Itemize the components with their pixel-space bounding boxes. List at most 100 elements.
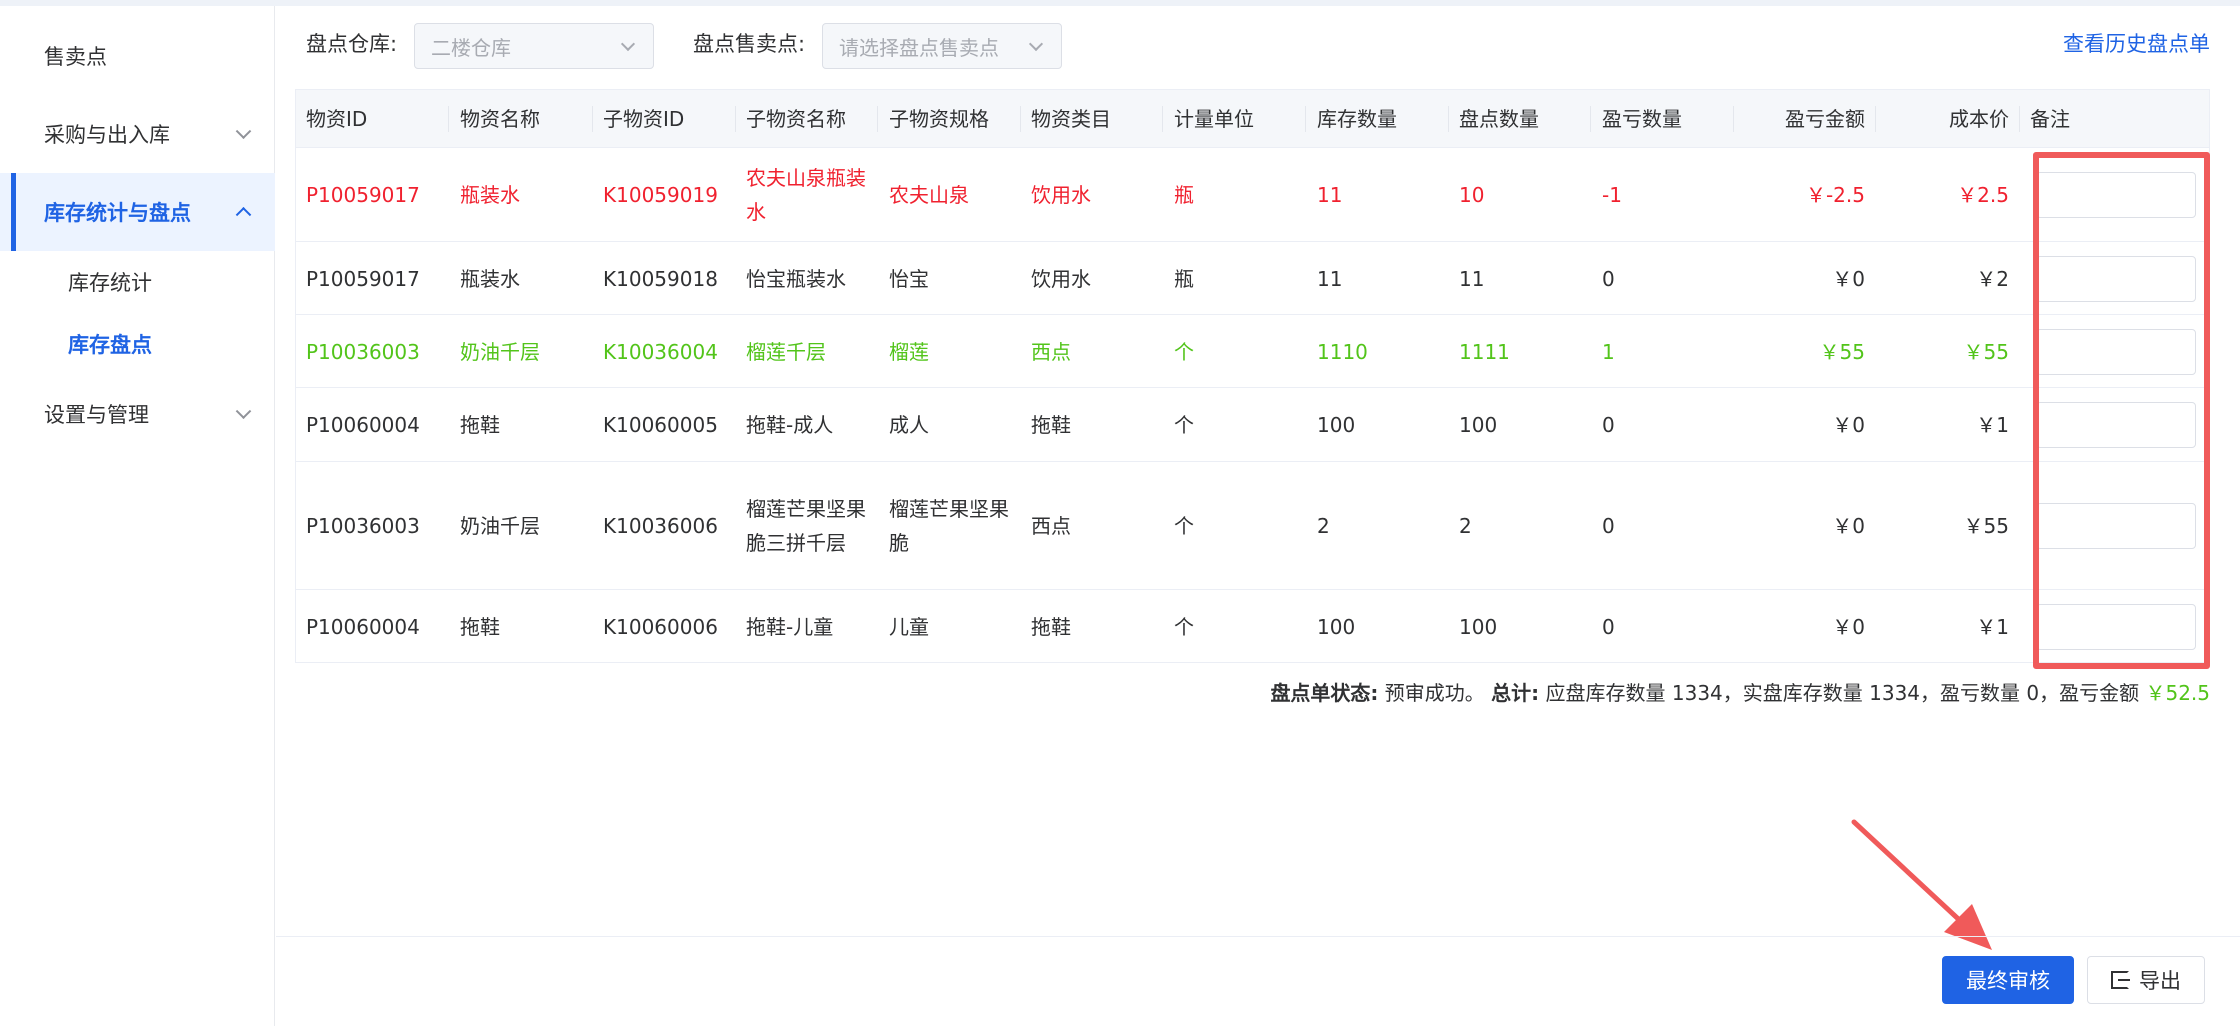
column-header: 盈亏数量 — [1602, 107, 1682, 131]
table-row: P10036003 奶油千层 K10036006 榴莲芒果坚果脆三拼千层 榴莲芒… — [296, 463, 2209, 590]
table-cell: 怡宝 — [889, 266, 929, 291]
table-cell: 奶油千层 — [460, 339, 540, 364]
table-cell: 个 — [1174, 514, 1194, 538]
sidebar-item-label: 采购与出入库 — [44, 123, 170, 147]
table-cell: ￥0 — [1832, 615, 1865, 639]
table-cell: -1 — [1602, 183, 1622, 207]
table-cell: P10036003 — [306, 514, 420, 538]
table-cell: 1111 — [1459, 339, 1510, 364]
column-divider — [448, 106, 449, 132]
summary-total-label: 总计: — [1491, 681, 1540, 705]
table-cell: K10060005 — [603, 413, 718, 437]
sidebar-item-purchase[interactable]: 采购与出入库 — [0, 95, 275, 173]
sidebar: 售卖点 采购与出入库 库存统计与盘点 库存统计 库存盘点 设置与管理 — [0, 6, 275, 1026]
table-cell: 个 — [1174, 413, 1194, 437]
final-review-label: 最终审核 — [1966, 969, 2050, 993]
table-cell: ￥1 — [1976, 615, 2009, 639]
table-cell: P10060004 — [306, 615, 420, 639]
export-label: 导出 — [2139, 969, 2181, 993]
export-icon — [2111, 971, 2130, 989]
sidebar-subitem-inventory-stats[interactable]: 库存统计 — [0, 251, 275, 313]
table-cell: 10 — [1459, 183, 1485, 207]
table-cell: 瓶装水 — [460, 266, 520, 291]
column-header: 盈亏金额 — [1785, 107, 1865, 131]
chevron-down-icon — [235, 403, 252, 420]
table-cell: ￥1 — [1976, 413, 2009, 437]
sidebar-item-sales-point[interactable]: 售卖点 — [0, 17, 275, 95]
table-cell: P10036003 — [306, 339, 420, 364]
history-stocktake-link[interactable]: 查看历史盘点单 — [2063, 30, 2210, 58]
table-cell: 2 — [1459, 514, 1472, 538]
table-cell: K10036006 — [603, 514, 718, 538]
table-row: P10059017 瓶装水 K10059018 怡宝瓶装水 怡宝 饮用水 瓶 1… — [296, 243, 2209, 315]
annotation-arrow-icon — [1851, 819, 1992, 950]
table-cell: 奶油千层 — [460, 514, 540, 538]
summary-amount: ￥52.5 — [2145, 681, 2210, 705]
column-header: 盘点数量 — [1459, 107, 1539, 131]
stocktake-summary: 盘点单状态: 预审成功。 总计: 应盘库存数量 1334，实盘库存数量 1334… — [1270, 678, 2210, 708]
table-cell: 瓶 — [1174, 266, 1194, 291]
column-header: 物资ID — [306, 107, 368, 131]
column-divider — [1590, 106, 1591, 132]
sidebar-subitem-stocktake[interactable]: 库存盘点 — [0, 313, 275, 375]
column-divider — [1875, 106, 1876, 132]
table-cell: 农夫山泉瓶装水 — [746, 166, 866, 224]
summary-status-label: 盘点单状态: — [1270, 681, 1379, 705]
table-cell: 100 — [1459, 413, 1498, 437]
summary-total-text: 应盘库存数量 1334，实盘库存数量 1334，盈亏数量 0，盈亏金额 — [1545, 681, 2146, 705]
app-root: 售卖点 采购与出入库 库存统计与盘点 库存统计 库存盘点 设置与管理 盘点仓库:… — [0, 0, 2240, 1026]
table-cell: P10060004 — [306, 413, 420, 437]
column-header: 物资类目 — [1031, 107, 1111, 131]
warehouse-select-value: 二楼仓库 — [431, 35, 511, 60]
final-review-button[interactable]: 最终审核 — [1942, 956, 2074, 1004]
table-cell: ￥0 — [1832, 266, 1865, 291]
table-cell: 瓶 — [1174, 183, 1194, 207]
table-cell: 榴莲芒果坚果脆 — [889, 497, 1009, 555]
sidebar-item-label: 售卖点 — [44, 45, 107, 69]
sidebar-item-inventory[interactable]: 库存统计与盘点 — [0, 173, 275, 251]
table-cell: ￥55 — [1963, 339, 2009, 364]
sidebar-item-label: 库存统计与盘点 — [44, 201, 191, 225]
column-divider — [1305, 106, 1306, 132]
top-strip — [0, 0, 2240, 6]
table-cell: 儿童 — [889, 615, 929, 639]
sales-point-select[interactable]: 请选择盘点售卖点 — [822, 23, 1062, 69]
table-cell: ￥55 — [1963, 514, 2009, 538]
warehouse-label: 盘点仓库: — [306, 32, 398, 56]
sidebar-subitem-label: 库存盘点 — [68, 333, 152, 357]
table-cell: 成人 — [889, 413, 929, 437]
table-cell: 11 — [1459, 266, 1485, 291]
table-cell: 榴莲千层 — [746, 339, 826, 364]
table-cell: 拖鞋 — [460, 615, 500, 639]
table-cell: 农夫山泉 — [889, 183, 969, 207]
column-header: 备注 — [2030, 107, 2070, 131]
stocktake-table: 物资ID 物资名称 子物资ID 子物资名称 子物资规格 物资类目 计量单位 库存… — [295, 89, 2210, 663]
table-cell: 个 — [1174, 615, 1194, 639]
table-header: 物资ID 物资名称 子物资ID 子物资名称 子物资规格 物资类目 计量单位 库存… — [296, 90, 2209, 148]
table-cell: ￥2 — [1976, 266, 2009, 291]
warehouse-select[interactable]: 二楼仓库 — [414, 23, 654, 69]
table-cell: 拖鞋-成人 — [746, 413, 834, 437]
column-divider — [877, 106, 878, 132]
sidebar-item-settings[interactable]: 设置与管理 — [0, 375, 275, 453]
sidebar-item-label: 设置与管理 — [44, 403, 149, 427]
table-cell: 0 — [1602, 514, 1615, 538]
table-cell: K10059019 — [603, 183, 718, 207]
table-row: P10060004 拖鞋 K10060005 拖鞋-成人 成人 拖鞋 个 100… — [296, 389, 2209, 462]
table-cell: ￥55 — [1819, 339, 1865, 364]
table-cell: 榴莲芒果坚果脆三拼千层 — [746, 497, 866, 555]
table-cell: K10036004 — [603, 339, 718, 364]
table-cell: 0 — [1602, 615, 1615, 639]
sales-point-placeholder: 请选择盘点售卖点 — [839, 35, 999, 60]
column-header: 子物资名称 — [746, 107, 846, 131]
export-button[interactable]: 导出 — [2087, 956, 2205, 1004]
table-cell: K10060006 — [603, 615, 718, 639]
table-cell: 0 — [1602, 413, 1615, 437]
column-divider — [1162, 106, 1163, 132]
chevron-down-icon — [620, 36, 636, 52]
column-header: 子物资规格 — [889, 107, 989, 131]
column-header: 计量单位 — [1174, 107, 1254, 131]
table-cell: ￥0 — [1832, 413, 1865, 437]
table-cell: P10059017 — [306, 183, 420, 207]
table-cell: 100 — [1317, 615, 1356, 639]
